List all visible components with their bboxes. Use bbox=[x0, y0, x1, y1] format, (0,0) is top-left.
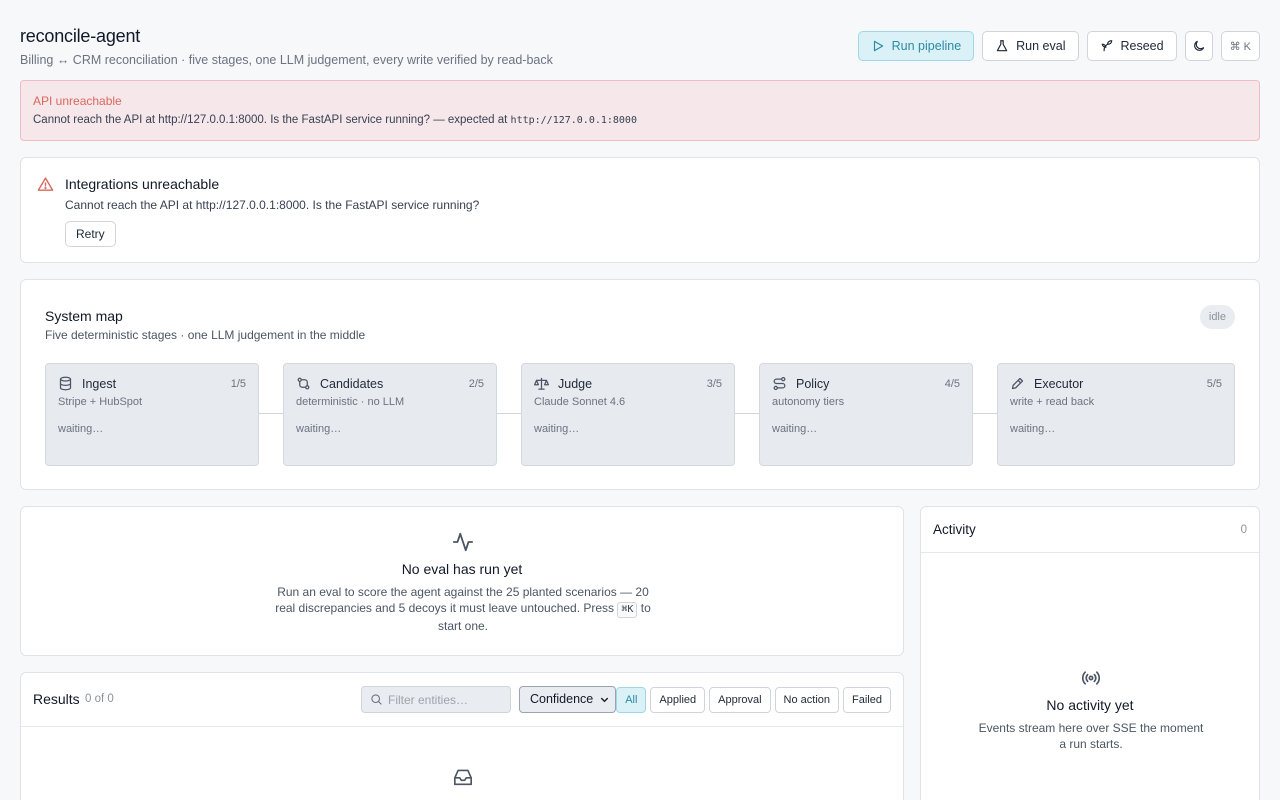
filter-approval[interactable]: Approval bbox=[709, 687, 771, 713]
eval-desc-text: Run an eval to score the agent against t… bbox=[275, 585, 649, 615]
broadcast-icon bbox=[1081, 671, 1101, 685]
stage-connector bbox=[497, 413, 521, 414]
stage-status: waiting… bbox=[58, 423, 104, 435]
eval-empty-description: Run an eval to score the agent against t… bbox=[268, 584, 658, 634]
git-compare-icon bbox=[297, 377, 310, 390]
stage-name: Candidates bbox=[320, 377, 384, 391]
run-eval-button[interactable]: Run eval bbox=[982, 31, 1079, 61]
activity-panel: Activity 0 No activity yet Events stream… bbox=[920, 506, 1260, 800]
run-pipeline-button[interactable]: Run pipeline bbox=[857, 31, 975, 61]
warning-icon bbox=[37, 177, 54, 191]
stage-step: 2/5 bbox=[468, 378, 484, 390]
sprout-icon bbox=[1101, 40, 1112, 52]
stage-judge[interactable]: Judge 3/5 Claude Sonnet 4.6 waiting… bbox=[521, 363, 735, 466]
stage-desc: write + read back bbox=[1010, 396, 1095, 408]
reseed-button[interactable]: Reseed bbox=[1086, 31, 1177, 61]
stage-desc: Claude Sonnet 4.6 bbox=[534, 396, 626, 408]
stage-name: Policy bbox=[796, 377, 830, 391]
stage-status: waiting… bbox=[296, 423, 342, 435]
stage-candidates[interactable]: Candidates 2/5 deterministic · no LLM wa… bbox=[283, 363, 497, 466]
alert-title: API unreachable bbox=[33, 94, 122, 108]
stage-status: waiting… bbox=[1010, 423, 1056, 435]
stage-desc: Stripe + HubSpot bbox=[58, 396, 143, 408]
filter-failed[interactable]: Failed bbox=[843, 687, 891, 713]
results-count: 0 of 0 bbox=[85, 693, 114, 705]
stage-name: Executor bbox=[1034, 377, 1084, 391]
results-header: Results 0 of 0 Confidence All Applied Ap… bbox=[21, 673, 903, 727]
route-icon bbox=[773, 376, 786, 391]
activity-pulse-icon bbox=[452, 532, 474, 552]
filter-no-action[interactable]: No action bbox=[774, 687, 840, 713]
eval-empty-card: No eval has run yet Run an eval to score… bbox=[20, 506, 904, 656]
stage-step: 5/5 bbox=[1206, 378, 1222, 390]
command-palette-button[interactable]: ⌘ K bbox=[1220, 31, 1260, 61]
api-error-alert: API unreachable Cannot reach the API at … bbox=[20, 80, 1260, 141]
results-search[interactable] bbox=[361, 686, 511, 713]
stage-name: Ingest bbox=[82, 377, 117, 391]
stage-step: 4/5 bbox=[944, 378, 960, 390]
eval-empty-title: No eval has run yet bbox=[401, 561, 523, 577]
system-map-title: System map bbox=[45, 308, 123, 324]
integrations-card: Integrations unreachable Cannot reach th… bbox=[20, 157, 1260, 263]
moon-icon bbox=[1193, 40, 1204, 51]
stage-ingest[interactable]: Ingest 1/5 Stripe + HubSpot waiting… bbox=[45, 363, 259, 466]
stage-connector bbox=[259, 413, 283, 414]
results-card: Results 0 of 0 Confidence All Applied Ap… bbox=[20, 672, 904, 800]
activity-empty-title: No activity yet bbox=[1046, 697, 1134, 713]
stage-desc: autonomy tiers bbox=[772, 396, 845, 408]
stage-step: 3/5 bbox=[706, 378, 722, 390]
chevron-down-icon bbox=[600, 697, 609, 703]
alert-expected-url: http://127.0.0.1:8000 bbox=[510, 115, 637, 126]
sort-select[interactable]: Confidence bbox=[519, 686, 616, 713]
system-map-subtitle: Five deterministic stages · one LLM judg… bbox=[45, 328, 366, 342]
run-eval-label: Run eval bbox=[1016, 39, 1066, 53]
system-map-card: System map Five deterministic stages · o… bbox=[20, 279, 1260, 490]
inbox-icon bbox=[454, 769, 472, 786]
alert-message: Cannot reach the API at http://127.0.0.1… bbox=[33, 114, 1247, 126]
sort-select-value: Confidence bbox=[530, 692, 594, 706]
filter-all[interactable]: All bbox=[616, 687, 647, 713]
play-icon bbox=[873, 40, 883, 52]
search-icon bbox=[371, 694, 382, 705]
retry-button[interactable]: Retry bbox=[65, 221, 116, 247]
database-icon bbox=[59, 376, 72, 391]
stage-step: 1/5 bbox=[230, 378, 246, 390]
search-input[interactable] bbox=[388, 687, 508, 712]
status-badge: idle bbox=[1199, 305, 1235, 329]
reseed-label: Reseed bbox=[1120, 39, 1164, 53]
stage-desc: deterministic · no LLM bbox=[296, 396, 405, 408]
alert-message-text: Cannot reach the API at http://127.0.0.1… bbox=[33, 114, 511, 126]
scale-icon bbox=[534, 377, 549, 390]
activity-header: Activity 0 bbox=[921, 507, 1259, 553]
stage-connector bbox=[735, 413, 759, 414]
activity-title: Activity bbox=[933, 522, 976, 537]
stage-policy[interactable]: Policy 4/5 autonomy tiers waiting… bbox=[759, 363, 973, 466]
activity-count: 0 bbox=[1240, 524, 1247, 536]
eval-shortcut-kbd: ⌘K bbox=[617, 602, 638, 618]
stage-executor[interactable]: Executor 5/5 write + read back waiting… bbox=[997, 363, 1235, 466]
result-filters: All Applied Approval No action Failed bbox=[616, 687, 891, 713]
run-pipeline-label: Run pipeline bbox=[891, 39, 962, 53]
pencil-icon bbox=[1011, 377, 1024, 390]
flask-icon bbox=[996, 40, 1008, 52]
stage-status: waiting… bbox=[772, 423, 818, 435]
stage-connector bbox=[973, 413, 997, 414]
integrations-title: Integrations unreachable bbox=[65, 176, 220, 192]
theme-toggle-button[interactable] bbox=[1184, 31, 1213, 61]
command-shortcut-label: ⌘ K bbox=[1229, 40, 1251, 53]
integrations-message: Cannot reach the API at http://127.0.0.1… bbox=[65, 198, 480, 212]
page-header: reconcile-agent Billing ↔ CRM reconcilia… bbox=[20, 26, 1260, 70]
filter-applied[interactable]: Applied bbox=[650, 687, 706, 713]
stage-name: Judge bbox=[558, 377, 593, 391]
results-title: Results bbox=[33, 691, 80, 707]
stage-status: waiting… bbox=[534, 423, 580, 435]
toolbar: Run pipeline Run eval Reseed ⌘ K bbox=[857, 31, 1260, 61]
activity-empty-description: Events stream here over SSE the moment a… bbox=[978, 721, 1204, 751]
